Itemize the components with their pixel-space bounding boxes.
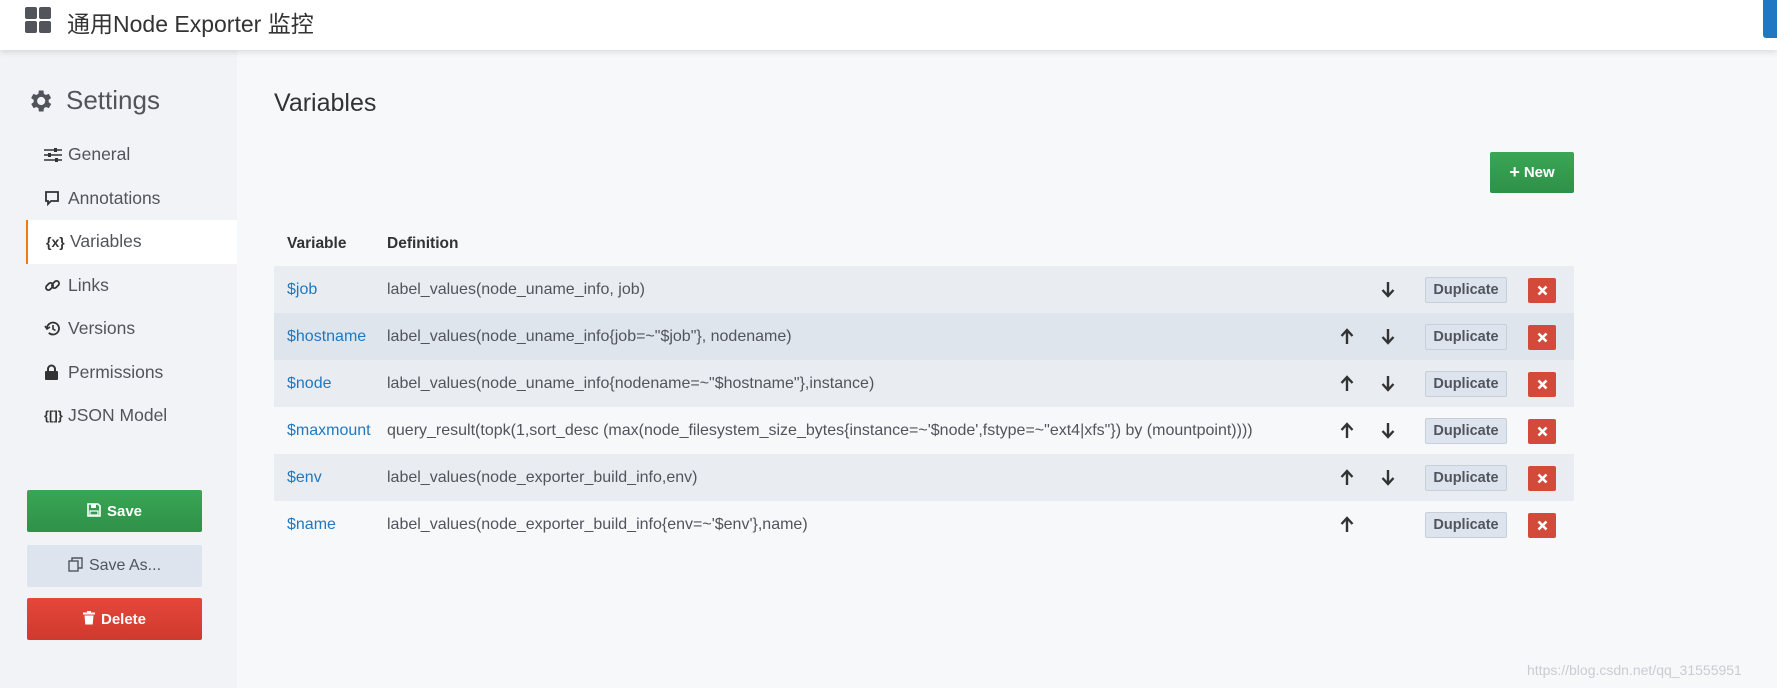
delete-variable-button[interactable]	[1528, 372, 1556, 397]
move-down-arrow-icon[interactable]	[1376, 454, 1400, 501]
new-button-label: New	[1523, 164, 1555, 181]
new-variable-button[interactable]: + New	[1490, 152, 1574, 193]
settings-sidebar: Settings General Annotations {x} Variabl…	[0, 50, 237, 688]
sidebar-item-label: Permissions	[68, 361, 164, 382]
main-content: Variables + New Variable Definition $job…	[237, 50, 1777, 688]
variable-name-link[interactable]: $env	[287, 469, 322, 486]
sliders-icon	[44, 147, 64, 162]
table-row: $hostname label_values(node_uname_info{j…	[274, 313, 1574, 360]
floppy-icon	[87, 502, 101, 520]
history-icon	[44, 320, 64, 337]
sidebar-item-links[interactable]: Links	[0, 264, 237, 308]
move-up-arrow-icon[interactable]	[1335, 501, 1359, 548]
sidebar-item-annotations[interactable]: Annotations	[0, 177, 237, 221]
move-down-arrow-icon[interactable]	[1376, 313, 1400, 360]
table-row: $maxmount query_result(topk(1,sort_desc …	[274, 407, 1574, 454]
page-title: Variables	[274, 89, 377, 117]
sidebar-item-versions[interactable]: Versions	[0, 307, 237, 351]
close-icon	[1537, 285, 1547, 296]
variable-definition: label_values(node_exporter_build_info,en…	[387, 468, 698, 486]
sidebar-item-label: JSON Model	[68, 405, 168, 426]
variable-name-link[interactable]: $hostname	[287, 328, 366, 345]
save-as-button[interactable]: Save As...	[27, 545, 202, 587]
settings-heading-text: Settings	[66, 85, 160, 115]
sidebar-item-label: Links	[68, 274, 109, 295]
column-header-variable: Variable	[287, 235, 347, 252]
sidebar-item-label: General	[68, 144, 131, 165]
variable-name-link[interactable]: $maxmount	[287, 422, 371, 439]
sidebar-item-label: Versions	[68, 318, 136, 339]
move-up-arrow-icon[interactable]	[1335, 407, 1359, 454]
comment-icon	[44, 190, 64, 207]
variable-icon: {x}	[46, 233, 65, 250]
dashboard-title[interactable]: 通用Node Exporter 监控	[67, 5, 314, 39]
move-up-arrow-icon[interactable]	[1335, 454, 1359, 501]
dashboard-grid-icon[interactable]	[25, 7, 53, 35]
settings-heading: Settings	[26, 85, 160, 116]
table-row: $job label_values(node_uname_info, job) …	[274, 266, 1574, 313]
variable-definition: label_values(node_exporter_build_info{en…	[387, 515, 808, 533]
close-icon	[1537, 473, 1547, 484]
table-row: $node label_values(node_uname_info{noden…	[274, 360, 1574, 407]
lock-icon	[44, 364, 64, 381]
trash-icon	[82, 610, 95, 628]
watermark-text: https://blog.csdn.net/qq_31555951	[1527, 662, 1742, 678]
close-icon	[1537, 520, 1547, 531]
variable-definition: query_result(topk(1,sort_desc (max(node_…	[387, 421, 1253, 439]
sidebar-item-label: Annotations	[68, 187, 161, 208]
save-as-button-label: Save As...	[88, 557, 162, 574]
settings-nav: General Annotations {x} Variables Links …	[0, 133, 237, 438]
plus-icon: +	[1509, 162, 1520, 182]
delete-button-label: Delete	[100, 610, 147, 628]
json-icon: {[]}	[44, 408, 63, 424]
save-button-label: Save	[106, 502, 143, 520]
variable-definition: label_values(node_uname_info{nodename=~"…	[387, 374, 875, 392]
top-navbar: 通用Node Exporter 监控	[0, 0, 1777, 50]
variable-definition: label_values(node_uname_info, job)	[387, 280, 645, 298]
delete-button[interactable]: Delete	[27, 598, 202, 640]
delete-variable-button[interactable]	[1528, 278, 1556, 303]
variable-name-link[interactable]: $node	[287, 375, 332, 392]
delete-variable-button[interactable]	[1528, 513, 1556, 538]
link-icon	[44, 277, 64, 294]
move-down-arrow-icon[interactable]	[1376, 266, 1400, 313]
duplicate-button[interactable]: Duplicate	[1425, 418, 1507, 444]
table-row: $name label_values(node_exporter_build_i…	[274, 501, 1574, 548]
variables-table: Variable Definition $job label_values(no…	[274, 222, 1574, 548]
gear-icon	[31, 90, 52, 111]
duplicate-button[interactable]: Duplicate	[1425, 277, 1507, 303]
save-button[interactable]: Save	[27, 490, 202, 532]
delete-variable-button[interactable]	[1528, 325, 1556, 350]
close-icon	[1537, 379, 1547, 390]
sidebar-item-general[interactable]: General	[0, 133, 237, 177]
sidebar-item-permissions[interactable]: Permissions	[0, 351, 237, 395]
delete-variable-button[interactable]	[1528, 419, 1556, 444]
table-header: Variable Definition	[274, 222, 1574, 266]
move-down-arrow-icon[interactable]	[1376, 407, 1400, 454]
variable-definition: label_values(node_uname_info{job=~"$job"…	[387, 327, 792, 345]
move-down-arrow-icon[interactable]	[1376, 360, 1400, 407]
variable-name-link[interactable]: $job	[287, 281, 317, 298]
delete-variable-button[interactable]	[1528, 466, 1556, 491]
sidebar-item-json-model[interactable]: {[]} JSON Model	[0, 394, 237, 438]
sidebar-item-variables[interactable]: {x} Variables	[26, 220, 237, 264]
move-up-arrow-icon[interactable]	[1335, 313, 1359, 360]
sidebar-item-label: Variables	[70, 231, 142, 252]
duplicate-button[interactable]: Duplicate	[1425, 371, 1507, 397]
column-header-definition: Definition	[387, 235, 459, 252]
close-icon	[1537, 426, 1547, 437]
duplicate-button[interactable]: Duplicate	[1425, 512, 1507, 538]
duplicate-button[interactable]: Duplicate	[1425, 465, 1507, 491]
top-right-button-edge[interactable]	[1763, 0, 1777, 38]
copy-icon	[68, 557, 83, 575]
duplicate-button[interactable]: Duplicate	[1425, 324, 1507, 350]
move-up-arrow-icon[interactable]	[1335, 360, 1359, 407]
table-row: $env label_values(node_exporter_build_in…	[274, 454, 1574, 501]
close-icon	[1537, 332, 1547, 343]
variable-name-link[interactable]: $name	[287, 516, 336, 533]
